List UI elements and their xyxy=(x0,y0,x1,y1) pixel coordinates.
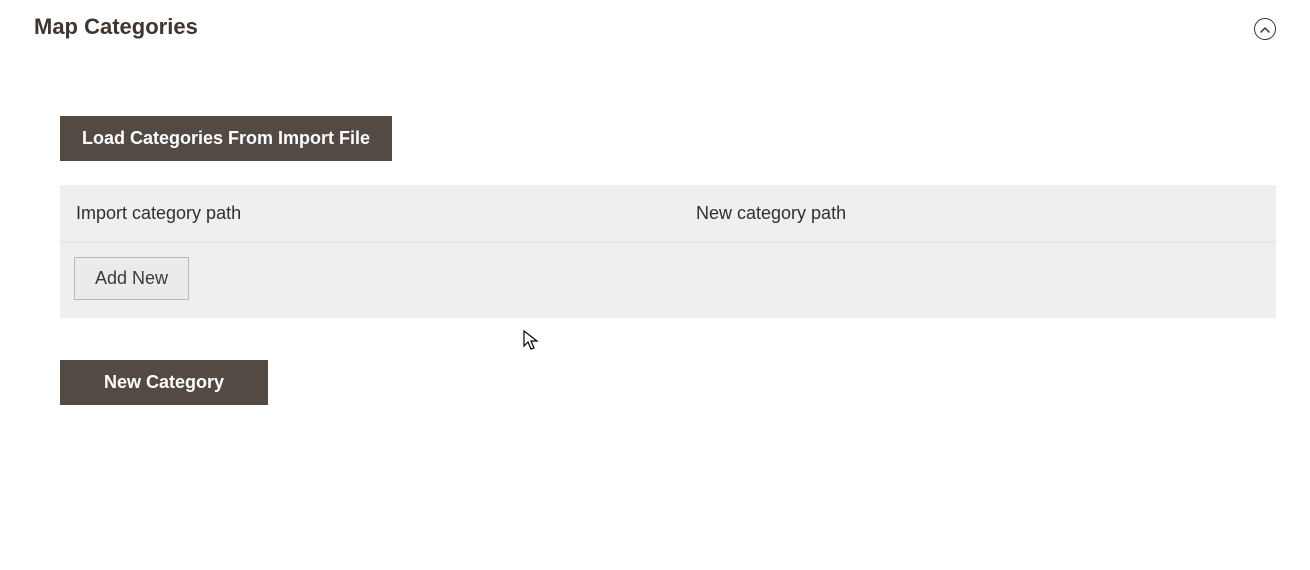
column-header-new-path: New category path xyxy=(696,203,1260,224)
mapping-table: Import category path New category path A… xyxy=(60,185,1276,318)
add-new-button[interactable]: Add New xyxy=(74,257,189,300)
table-body: Add New xyxy=(60,243,1276,318)
table-header-row: Import category path New category path xyxy=(60,185,1276,243)
column-header-import-path: Import category path xyxy=(76,203,696,224)
chevron-up-icon xyxy=(1260,20,1270,38)
new-category-button[interactable]: New Category xyxy=(60,360,268,405)
section-title: Map Categories xyxy=(34,14,198,40)
collapse-toggle[interactable] xyxy=(1254,18,1276,40)
load-categories-button[interactable]: Load Categories From Import File xyxy=(60,116,392,161)
